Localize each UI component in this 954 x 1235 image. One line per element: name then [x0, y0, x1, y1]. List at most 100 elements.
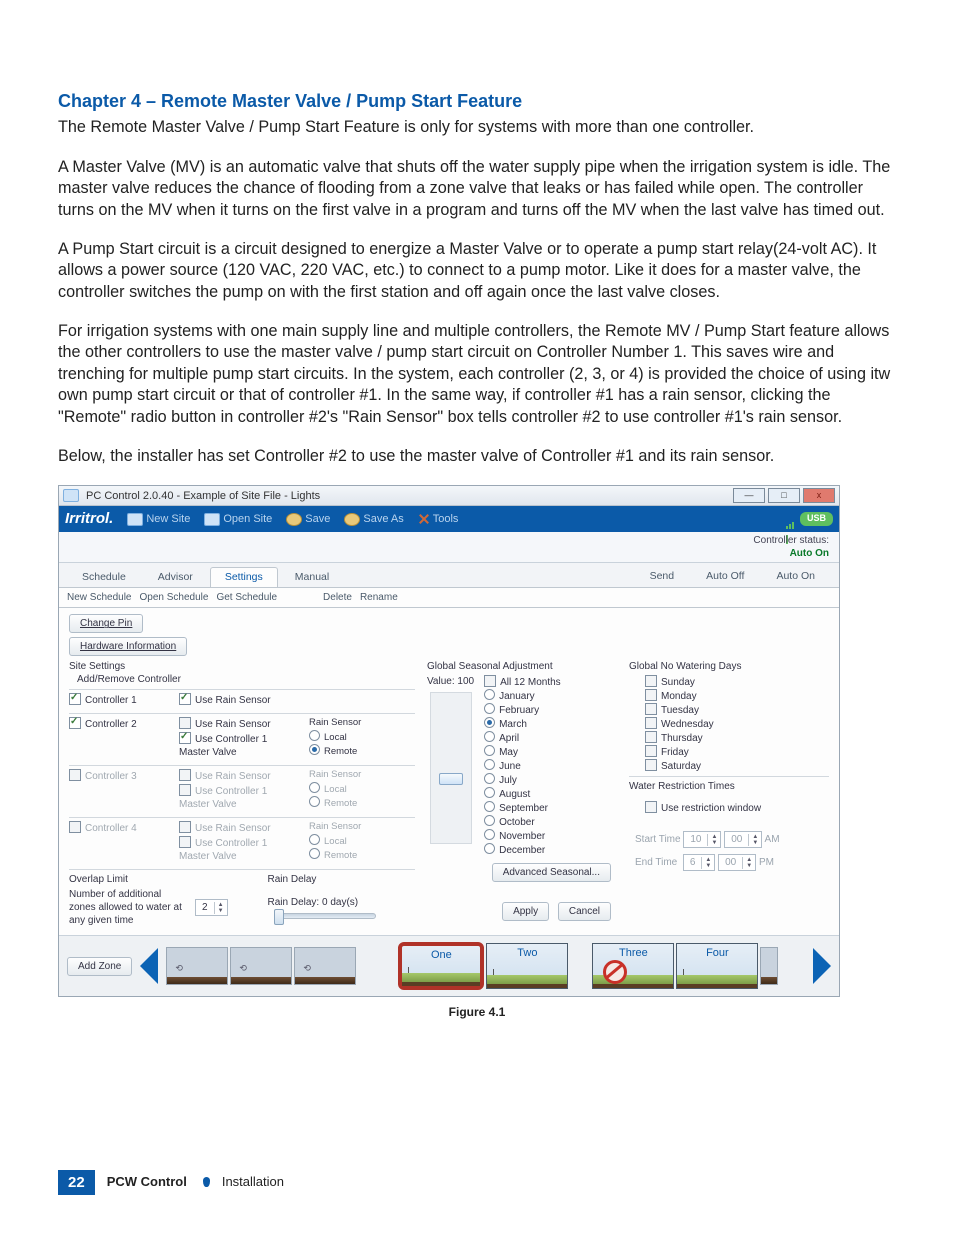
overlap-spinner[interactable]: 2▲▼	[195, 899, 228, 916]
all-months-label: All 12 Months	[500, 677, 561, 688]
rain-delay-text: Rain Delay: 0 day(s)	[268, 897, 359, 908]
rain-local-radio[interactable]	[309, 730, 320, 741]
month-radio-august[interactable]	[484, 787, 495, 798]
month-label: August	[499, 789, 530, 800]
rain-sensor-group-label: Rain Sensor	[309, 717, 399, 729]
menu-tools[interactable]: Tools	[418, 512, 459, 526]
status-bar: Controller status: Auto On	[59, 532, 839, 563]
month-radio-october[interactable]	[484, 815, 495, 826]
menu-open-site[interactable]: Open Site	[204, 512, 272, 526]
tab-advisor[interactable]: Advisor	[143, 567, 208, 588]
month-radio-july[interactable]	[484, 773, 495, 784]
controller-enable-checkbox[interactable]	[69, 717, 81, 729]
start-min[interactable]: 00▲▼	[724, 831, 762, 848]
sub-new-schedule[interactable]: New Schedule	[67, 591, 131, 604]
end-hour[interactable]: 6▲▼	[683, 854, 716, 871]
site-settings-label: Site Settings	[69, 660, 415, 673]
close-button[interactable]: x	[803, 488, 835, 503]
use-rain-sensor-checkbox[interactable]	[179, 717, 191, 729]
rain-remote-radio[interactable]	[309, 744, 320, 755]
zone-scroll-right[interactable]	[813, 948, 831, 984]
start-ampm: AM	[765, 834, 780, 845]
day-label: Thursday	[661, 733, 703, 744]
tab-schedule[interactable]: Schedule	[67, 567, 141, 588]
day-checkbox-monday[interactable]	[645, 689, 657, 701]
day-checkbox-sunday[interactable]	[645, 675, 657, 687]
end-min[interactable]: 00▲▼	[718, 854, 756, 871]
signal-icon	[786, 515, 796, 523]
controller-name: Controller 2	[85, 719, 137, 730]
month-label: September	[499, 803, 548, 814]
month-radio-november[interactable]	[484, 829, 495, 840]
month-radio-january[interactable]	[484, 689, 495, 700]
minimize-button[interactable]: —	[733, 488, 765, 503]
controller-enable-checkbox[interactable]	[69, 693, 81, 705]
advanced-seasonal-button[interactable]: Advanced Seasonal...	[492, 863, 611, 882]
sub-rename[interactable]: Rename	[360, 591, 398, 604]
add-zone-button[interactable]: Add Zone	[67, 957, 132, 976]
month-label: January	[499, 691, 535, 702]
menu-save[interactable]: Save	[286, 512, 330, 526]
zone-three[interactable]: Three	[592, 943, 674, 989]
menu-save-as[interactable]: Save As	[344, 512, 403, 526]
controller-enable-checkbox[interactable]	[69, 821, 81, 833]
hardware-info-button[interactable]: Hardware Information	[69, 637, 187, 656]
day-checkbox-thursday[interactable]	[645, 731, 657, 743]
paragraph-5: Below, the installer has set Controller …	[58, 446, 896, 467]
rain-remote-radio	[309, 848, 320, 859]
change-pin-button[interactable]: Change Pin	[69, 614, 143, 633]
month-radio-december[interactable]	[484, 843, 495, 854]
apply-button[interactable]: Apply	[502, 902, 549, 921]
month-radio-march[interactable]	[484, 717, 495, 728]
rain-remote-radio	[309, 796, 320, 807]
zone-two[interactable]: Two	[486, 943, 568, 989]
month-radio-february[interactable]	[484, 703, 495, 714]
gsa-value-label: Value:	[427, 676, 455, 687]
brand-logo: Irritrol.	[65, 509, 113, 529]
rain-sensor-group-label: Rain Sensor	[309, 821, 399, 833]
zone-four[interactable]: Four	[676, 943, 758, 989]
rain-delay-title: Rain Delay	[268, 873, 415, 886]
day-checkbox-friday[interactable]	[645, 745, 657, 757]
tab-auto-on[interactable]: Auto On	[760, 567, 831, 588]
day-checkbox-wednesday[interactable]	[645, 717, 657, 729]
start-hour[interactable]: 10▲▼	[683, 831, 721, 848]
zone-one[interactable]: One	[398, 942, 484, 990]
month-label: December	[499, 845, 545, 856]
controller-enable-checkbox[interactable]	[69, 769, 81, 781]
day-checkbox-tuesday[interactable]	[645, 703, 657, 715]
month-radio-june[interactable]	[484, 759, 495, 770]
use-rain-sensor-checkbox[interactable]	[179, 693, 191, 705]
all-months-checkbox[interactable]	[484, 675, 496, 687]
tab-auto-off[interactable]: Auto Off	[690, 567, 760, 588]
sub-get-schedule[interactable]: Get Schedule	[216, 591, 277, 604]
maximize-button[interactable]: □	[768, 488, 800, 503]
save-as-icon	[344, 513, 360, 526]
app-icon	[63, 489, 79, 502]
paragraph-1: The Remote Master Valve / Pump Start Fea…	[58, 117, 896, 138]
controller-name: Controller 3	[85, 771, 137, 782]
month-radio-may[interactable]	[484, 745, 495, 756]
gsa-slider[interactable]	[430, 692, 472, 844]
day-checkbox-saturday[interactable]	[645, 759, 657, 771]
sub-delete[interactable]: Delete	[323, 591, 352, 604]
sub-toolbar: New Schedule Open Schedule Get Schedule …	[59, 588, 839, 608]
zone-scroll-left[interactable]	[140, 948, 158, 984]
month-radio-april[interactable]	[484, 731, 495, 742]
tab-send[interactable]: Send	[634, 567, 691, 588]
paragraph-3: A Pump Start circuit is a circuit design…	[58, 239, 896, 303]
month-label: May	[499, 747, 518, 758]
window-title: PC Control 2.0.40 - Example of Site File…	[86, 489, 320, 503]
tab-manual[interactable]: Manual	[280, 567, 344, 588]
menu-new-site[interactable]: New Site	[127, 512, 190, 526]
month-radio-september[interactable]	[484, 801, 495, 812]
use-rain-sensor-checkbox	[179, 821, 191, 833]
cancel-button[interactable]: Cancel	[558, 902, 611, 921]
rain-delay-slider[interactable]	[274, 913, 376, 919]
use-controller1-master-checkbox[interactable]	[179, 732, 191, 744]
month-label: March	[499, 719, 527, 730]
tab-settings[interactable]: Settings	[210, 567, 278, 588]
use-restriction-checkbox[interactable]	[645, 801, 657, 813]
sub-open-schedule[interactable]: Open Schedule	[139, 591, 208, 604]
app-window: PC Control 2.0.40 - Example of Site File…	[58, 485, 840, 997]
